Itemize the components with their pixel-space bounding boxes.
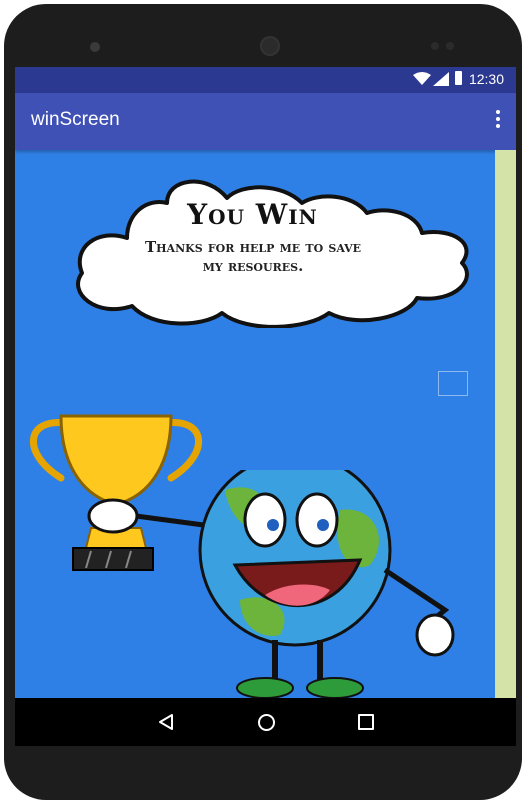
app-title: winScreen xyxy=(31,109,120,130)
front-camera xyxy=(90,42,100,52)
checkbox[interactable] xyxy=(438,371,468,396)
recent-apps-icon[interactable] xyxy=(358,714,374,730)
proximity-sensor xyxy=(431,42,439,50)
win-message-line-1: Thanks for help me to save xyxy=(144,238,361,256)
win-title: You Win xyxy=(187,198,318,231)
navigation-bar xyxy=(15,698,516,746)
earpiece-speaker xyxy=(260,36,280,56)
side-strip xyxy=(495,150,516,698)
status-bar: 12:30 xyxy=(15,67,516,93)
status-time: 12:30 xyxy=(468,71,504,87)
overflow-menu-icon[interactable] xyxy=(494,108,502,134)
screen: 12:30 winScreen You Win Thanks for help … xyxy=(15,67,516,698)
signal-icon xyxy=(433,72,449,86)
earth-character xyxy=(198,470,455,698)
wifi-icon xyxy=(413,72,431,85)
content-area: You Win Thanks for help me to save my re… xyxy=(15,150,516,698)
home-icon[interactable] xyxy=(258,714,275,731)
back-icon[interactable] xyxy=(158,714,174,730)
win-message: Thanks for help me to save my resoures. xyxy=(98,238,408,276)
light-sensor xyxy=(446,42,454,50)
battery-icon xyxy=(455,71,462,85)
app-bar: winScreen xyxy=(15,93,516,150)
win-message-line-2: my resoures. xyxy=(202,257,304,275)
